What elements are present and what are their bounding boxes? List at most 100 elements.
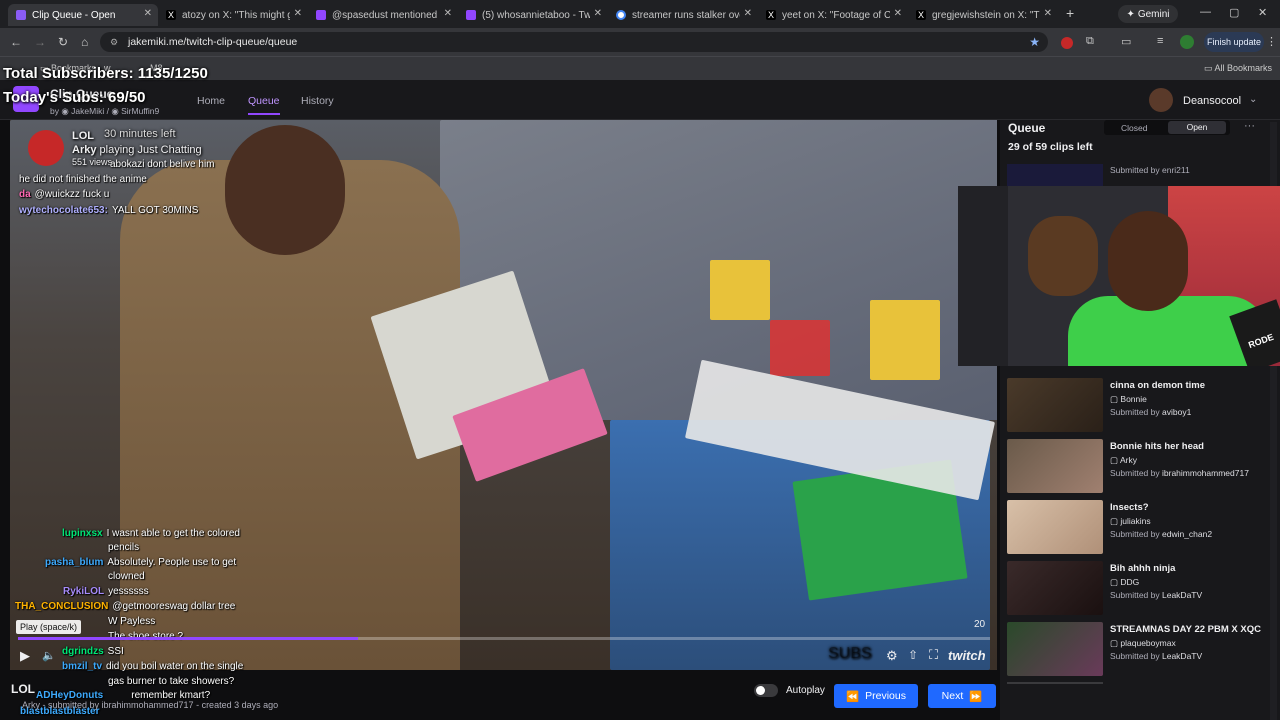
progress-track[interactable] [18,637,990,640]
close-tab-icon[interactable]: ✕ [144,8,152,19]
fullscreen-icon[interactable]: ⛶ [929,647,938,663]
twitch-favicon-icon [466,10,476,20]
twitch-favicon-icon [16,10,26,20]
browser-tab[interactable]: streamer runs stalker over -✕ [608,4,758,26]
chat-bubble-icon: ▢ [1110,394,1121,404]
kebab-menu-icon[interactable]: ⋮ [1266,35,1277,48]
site-info-icon[interactable]: ⚙ [110,32,118,52]
queue-thumb [1007,561,1103,615]
close-tab-icon[interactable]: ✕ [594,8,602,19]
rewind-icon: ⏪ [846,690,860,703]
browser-tab[interactable]: Xyeet on X: "Footage of Clavic✕ [758,4,908,26]
folder-icon: ▭ [1204,63,1215,73]
browser-tab[interactable]: Xatozy on X: "This might go d✕ [158,4,308,26]
user-name[interactable]: Deansocool [1183,95,1241,107]
queue-item[interactable]: cinna on demon time ▢ Bonnie Submitted b… [1007,378,1267,434]
queue-item[interactable]: STREAMNAS DAY 22 PBM X XQC ▢ plaqueboyma… [1007,622,1267,678]
author-link[interactable]: SirMuffin9 [121,106,159,116]
extensions-puzzle-icon[interactable]: ⧉ [1086,35,1094,48]
close-tab-icon[interactable]: ✕ [1044,8,1052,19]
home-icon[interactable]: ⌂ [81,35,88,49]
chat-bubble-icon: ▢ [1110,516,1121,526]
clip-title-bottom: LOL [11,682,35,696]
clip-video-player[interactable]: SUBS [10,120,997,670]
previous-button[interactable]: ⏪ Previous [834,684,918,708]
browser-tab[interactable]: Xgregjewishstein on X: "The C✕ [908,4,1058,26]
media-icon[interactable]: ≡ [1157,35,1163,47]
total-subs-counter: Total Subscribers: 1135/1250 [3,65,208,82]
crayola-box [770,320,830,376]
autoplay-toggle[interactable] [754,684,778,697]
finish-update-button[interactable]: Finish update [1204,32,1264,52]
bookmark-star-icon[interactable]: ★ [1029,32,1040,52]
nav-queue[interactable]: Queue [248,95,280,115]
crayola-box [710,260,770,320]
cast-icon[interactable]: ▭ [1121,35,1131,48]
nav-history[interactable]: History [301,95,334,107]
queue-item[interactable]: Bih ahhh ninja ▢ DDG Submitted by LeakDa… [1007,561,1267,617]
chat-bubble-icon: ▢ [1110,638,1121,648]
browser-tab[interactable]: (5) whosannietaboo - Twitch✕ [458,4,608,26]
maximize-icon[interactable]: ▢ [1229,6,1239,19]
chat-message: RykiLOL yessssss [63,586,149,597]
close-tab-icon[interactable]: ✕ [744,8,752,19]
queue-item[interactable]: Insects? ▢ juliakins Submitted by edwin_… [1007,500,1267,556]
share-icon[interactable]: ⇧ [908,648,918,662]
gemini-icon: ✦ [1126,8,1135,20]
clip-title: LOL [72,130,94,142]
close-tab-icon[interactable]: ✕ [444,8,452,19]
x-favicon-icon: X [166,10,176,20]
chat-message: pasha_blum Absolutely. People use to get [45,557,237,568]
chat-message: dgrindzs SSI [62,646,124,657]
more-options-icon[interactable]: ··· [1244,120,1255,132]
queue-thumb [1007,378,1103,432]
back-icon[interactable]: ← [10,35,22,49]
twitch-logo[interactable]: twitch [948,648,986,663]
play-icon[interactable]: ▶ [20,648,30,664]
new-tab-button[interactable]: + [1066,5,1074,21]
close-tab-icon[interactable]: ✕ [294,8,302,19]
address-bar[interactable]: ⚙ jakemiki.me/twitch-clip-queue/queue ★ [100,32,1048,52]
queue-closed-option[interactable]: Closed [1121,123,1147,133]
twitch-favicon-icon [316,10,326,20]
queue-thumb [1007,500,1103,554]
subs-watermark: SUBS [828,645,872,662]
x-favicon-icon: X [916,10,926,20]
reload-icon[interactable]: ↻ [58,35,68,49]
queue-open-option[interactable]: Open [1168,121,1226,134]
chat-message: da @wuickzz fuck u [19,189,110,200]
minimize-icon[interactable]: — [1200,6,1211,18]
browser-tab[interactable]: @spasedust mentioned y ✕ [308,4,458,26]
chat-message: lupinxsx I wasnt able to get the colored [62,528,240,539]
user-avatar[interactable] [1149,88,1173,112]
clip-meta: Arky playing Just Chatting [72,144,202,156]
next-button[interactable]: Next ⏩ [928,684,996,708]
autoplay-label: Autoplay [786,685,825,696]
chevron-down-icon[interactable]: ⌄ [1249,94,1257,105]
chat-message: bmzil_tv did you boil water on the single [62,661,244,672]
extension-icon[interactable] [1061,37,1073,49]
chat-message: pencils [108,542,140,553]
chat-bubble-icon: ▢ [1110,577,1121,587]
gemini-button[interactable]: ✦ Gemini [1118,5,1178,23]
clips-left-count: 29 of 59 clips left [1008,141,1093,153]
author-link[interactable]: JakeMiki [71,106,104,116]
close-window-icon[interactable]: ✕ [1258,6,1267,19]
clip-age: 30 minutes left [104,128,176,140]
app-header [0,80,1280,120]
all-bookmarks-button[interactable]: ▭ All Bookmarks [1204,63,1272,74]
fast-forward-icon: ⏩ [969,690,983,703]
forward-icon[interactable]: → [34,35,46,49]
settings-gear-icon[interactable]: ⚙ [886,648,898,664]
profile-avatar-icon[interactable] [1180,35,1194,49]
volume-icon[interactable]: 🔈 [42,649,56,662]
browser-tab[interactable]: Clip Queue - Open ✕ [8,4,158,26]
brand-authors: by ◉ JakeMiki / ◉ SirMuffin9 [50,106,160,116]
google-favicon-icon [616,10,626,20]
crayola-box [870,300,940,380]
queue-item[interactable]: Bonnie hits her head ▢ Arky Submitted by… [1007,439,1267,495]
close-tab-icon[interactable]: ✕ [894,8,902,19]
queue-thumb[interactable] [1007,164,1103,186]
nav-home[interactable]: Home [197,95,225,107]
chat-message: wytechocolate653: YALL GOT 30MINS [19,205,199,216]
